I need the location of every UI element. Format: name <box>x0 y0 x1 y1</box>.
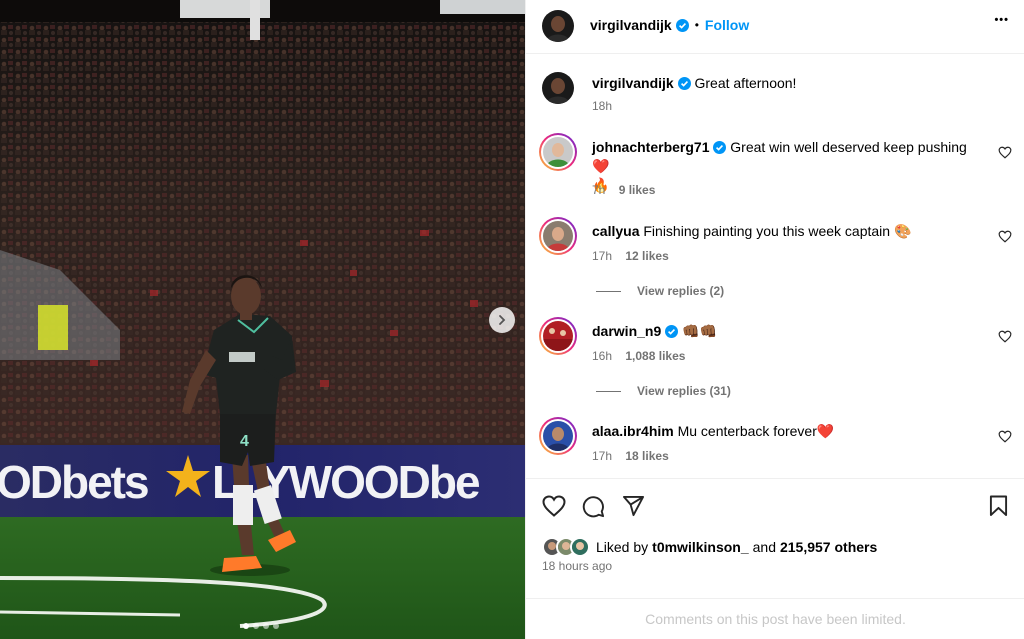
comment-username[interactable]: darwin_n9 <box>592 323 661 339</box>
verified-badge-icon <box>677 77 691 90</box>
like-comment-heart-icon[interactable] <box>998 146 1012 159</box>
caption-avatar[interactable] <box>542 72 574 104</box>
follow-button[interactable]: Follow <box>705 17 749 33</box>
verified-badge-icon <box>665 325 679 338</box>
comment-time: 17h <box>592 449 613 463</box>
liked-by-row: Liked by t0mwilkinson_ and 215,957 other… <box>542 537 877 557</box>
comment-likes[interactable]: 18 likes <box>625 449 668 463</box>
comments-limited-notice: Comments on this post have been limited. <box>526 598 1024 639</box>
author-avatar[interactable] <box>542 10 574 42</box>
more-options-icon[interactable]: ••• <box>994 14 1009 26</box>
comment-avatar-3[interactable] <box>539 317 577 355</box>
avatar[interactable] <box>570 537 590 557</box>
like-heart-icon[interactable] <box>542 495 566 517</box>
comment-time: 16h <box>592 349 613 363</box>
carousel-dot-1 <box>243 623 249 629</box>
likes-count[interactable]: 215,957 others <box>780 539 877 555</box>
comment-username[interactable]: alaa.ibr4him <box>592 423 674 439</box>
liked-by-and: and <box>752 539 776 555</box>
view-replies-label: View replies (2) <box>637 284 725 298</box>
comment-3: darwin_n9 👊🏾👊🏾 <box>592 322 988 341</box>
comment-meta: 17h 12 likes <box>592 249 669 263</box>
caption-username[interactable]: virgilvandijk <box>592 75 674 91</box>
comment-4: alaa.ibr4him Mu centerback forever❤️ <box>592 422 988 441</box>
post-time-ago: 18 hours ago <box>542 559 613 573</box>
liked-by-prefix: Liked by <box>596 539 649 555</box>
verified-badge-icon <box>675 18 689 32</box>
author-username[interactable]: virgilvandijk <box>590 17 672 33</box>
match-photo: ODbets LLYWOODbe 4 <box>0 0 525 639</box>
post-photo[interactable]: ODbets LLYWOODbe 4 <box>0 0 525 639</box>
liked-by-avatars <box>542 537 590 557</box>
comment-meta: 16h 1,088 likes <box>592 349 685 363</box>
comment-text: Mu centerback forever❤️ <box>677 423 835 439</box>
carousel-dot-3 <box>263 623 269 629</box>
comment-likes[interactable]: 9 likes <box>619 183 656 197</box>
caption: virgilvandijk Great afternoon! <box>592 74 1012 93</box>
caption-text: Great afternoon! <box>694 75 797 91</box>
share-icon[interactable] <box>622 495 645 517</box>
comment-avatar-2[interactable] <box>539 217 577 255</box>
comment-meta: 17h 18 likes <box>592 449 669 463</box>
comment-avatar-1[interactable] <box>539 133 577 171</box>
comment-time: 7h <box>592 183 606 197</box>
caption-time: 18h <box>592 99 613 113</box>
carousel-dot-4 <box>273 623 279 629</box>
verified-badge-icon <box>713 141 727 154</box>
view-replies-button[interactable]: View replies (2) <box>596 284 724 298</box>
comment-icon[interactable] <box>582 495 605 518</box>
carousel-dot-2 <box>253 623 259 629</box>
carousel-indicator <box>243 623 279 629</box>
post-header: virgilvandijk • Follow ••• <box>526 0 1024 54</box>
comment-text: Finishing painting you this week captain… <box>643 223 912 239</box>
comment-2: callyua Finishing painting you this week… <box>592 222 988 241</box>
svg-text:4: 4 <box>240 433 249 450</box>
chevron-right-icon <box>499 315 506 325</box>
comment-time: 17h <box>592 249 613 263</box>
next-photo-button[interactable] <box>489 307 515 333</box>
post-actions: Liked by t0mwilkinson_ and 215,957 other… <box>526 478 1024 598</box>
comment-likes[interactable]: 1,088 likes <box>625 349 685 363</box>
view-replies-label: View replies (31) <box>637 384 731 398</box>
post-details-panel: virgilvandijk • Follow ••• virgilvandijk… <box>525 0 1024 639</box>
save-bookmark-icon[interactable] <box>989 495 1008 517</box>
svg-text:ODbets: ODbets <box>0 456 148 508</box>
comment-username[interactable]: callyua <box>592 223 639 239</box>
view-replies-button[interactable]: View replies (31) <box>596 384 731 398</box>
liked-by-user[interactable]: t0mwilkinson_ <box>652 539 748 555</box>
like-comment-heart-icon[interactable] <box>998 330 1012 343</box>
like-comment-heart-icon[interactable] <box>998 430 1012 443</box>
separator-dot: • <box>694 18 699 32</box>
comment-text: 👊🏾👊🏾 <box>682 323 717 339</box>
comment-username[interactable]: johnachterberg71 <box>592 139 709 155</box>
comment-likes[interactable]: 12 likes <box>625 249 668 263</box>
comment-meta: 7h 9 likes <box>592 183 655 197</box>
comment-avatar-4[interactable] <box>539 417 577 455</box>
like-comment-heart-icon[interactable] <box>998 230 1012 243</box>
